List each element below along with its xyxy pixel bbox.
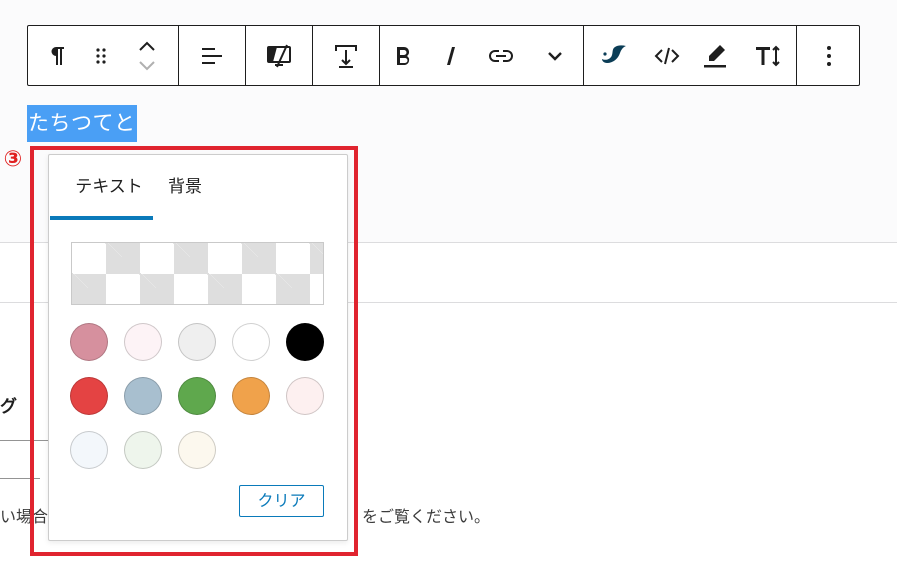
color-swatch[interactable]	[178, 431, 216, 469]
clear-button[interactable]: クリア	[239, 485, 324, 517]
spacing-icon	[335, 44, 357, 68]
color-swatch[interactable]	[232, 323, 270, 361]
text-size-icon	[756, 45, 780, 66]
color-swatch[interactable]	[286, 377, 324, 415]
plugin-button[interactable]	[584, 26, 644, 85]
text-size-button[interactable]	[740, 26, 796, 85]
bold-button[interactable]	[380, 26, 426, 85]
move-up-down-button[interactable]	[116, 26, 178, 85]
hide-on-device-icon	[267, 44, 291, 67]
paragraph-button[interactable]	[28, 26, 86, 85]
tab-background-color[interactable]: 背景	[159, 155, 211, 219]
toolbar-group-plugins	[584, 26, 797, 85]
options-button[interactable]	[797, 26, 861, 85]
device-visibility-button[interactable]	[246, 26, 312, 85]
toolbar-group-visibility	[246, 26, 313, 85]
align-button[interactable]	[179, 26, 245, 85]
step-number-badge: ③	[3, 147, 23, 172]
kebab-menu-icon	[827, 45, 831, 66]
color-popover: テキスト 背景 クリア	[48, 154, 348, 541]
color-swatch[interactable]	[70, 377, 108, 415]
more-formats-chevron-icon	[547, 51, 562, 61]
help-text-right: をご覧ください。	[362, 507, 491, 526]
link-icon	[489, 49, 513, 62]
italic-icon	[447, 46, 455, 65]
code-icon	[654, 47, 680, 64]
link-button[interactable]	[476, 26, 526, 85]
color-swatch[interactable]	[70, 431, 108, 469]
toolbar-group-spacing	[313, 26, 380, 85]
tab-text-color[interactable]: テキスト	[65, 155, 153, 219]
color-swatch[interactable]	[124, 431, 162, 469]
plugin-bird-icon	[602, 44, 626, 63]
highlight-button[interactable]	[690, 26, 740, 85]
spacing-button[interactable]	[313, 26, 379, 85]
italic-button[interactable]	[426, 26, 476, 85]
toolbar-group-format	[380, 26, 584, 85]
drag-handle-button[interactable]	[86, 26, 116, 85]
toolbar-group-options	[797, 26, 861, 85]
settings-heading: グ	[0, 397, 17, 417]
align-left-icon	[202, 47, 222, 64]
selected-paragraph-text[interactable]: たちつてと	[27, 105, 137, 142]
drag-handle-icon	[96, 47, 106, 64]
toolbar-group-block	[28, 26, 179, 85]
color-swatch[interactable]	[124, 377, 162, 415]
block-toolbar	[27, 25, 860, 86]
color-swatch[interactable]	[124, 323, 162, 361]
color-swatch[interactable]	[178, 377, 216, 415]
code-button[interactable]	[644, 26, 690, 85]
bold-icon	[397, 46, 410, 65]
more-formats-button[interactable]	[526, 26, 583, 85]
active-tab-indicator	[50, 216, 153, 220]
color-swatch[interactable]	[232, 377, 270, 415]
color-swatch[interactable]	[178, 323, 216, 361]
move-up-down-icon	[139, 41, 155, 70]
highlight-icon	[704, 44, 726, 67]
toolbar-group-align	[179, 26, 246, 85]
paragraph-icon	[51, 46, 64, 65]
color-preview[interactable]	[71, 242, 324, 305]
color-swatch[interactable]	[286, 323, 324, 361]
color-swatch[interactable]	[70, 323, 108, 361]
